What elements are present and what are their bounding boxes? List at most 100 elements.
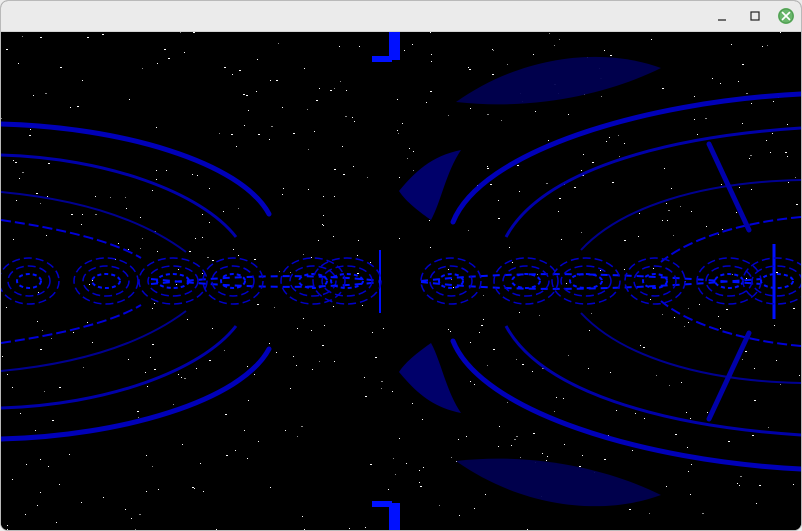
- star-pixel: [212, 328, 213, 329]
- star-pixel: [236, 146, 237, 147]
- star-pixel: [776, 272, 778, 273]
- star-pixel: [431, 54, 432, 55]
- star-pixel: [60, 67, 62, 68]
- star-pixel: [579, 466, 581, 467]
- star-pixel: [431, 61, 432, 62]
- star-pixel: [514, 439, 516, 440]
- visualization-svg: [1, 32, 801, 530]
- star-pixel: [139, 514, 141, 515]
- star-pixel: [684, 326, 685, 327]
- star-pixel: [736, 212, 737, 213]
- star-pixel: [276, 352, 277, 353]
- star-pixel: [516, 359, 517, 360]
- title-bar[interactable]: [1, 1, 801, 32]
- star-pixel: [372, 332, 373, 333]
- star-pixel: [244, 125, 245, 126]
- star-pixel: [83, 367, 84, 368]
- star-pixel: [209, 360, 211, 361]
- star-pixel: [618, 135, 619, 136]
- star-pixel: [319, 361, 320, 362]
- star-pixel: [339, 46, 340, 47]
- star-pixel: [22, 36, 23, 37]
- star-pixel: [453, 287, 454, 288]
- star-pixel: [559, 198, 561, 199]
- star-pixel: [311, 257, 312, 258]
- star-pixel: [632, 450, 633, 451]
- visualization-canvas[interactable]: [1, 32, 801, 530]
- star-pixel: [726, 309, 728, 310]
- star-pixel: [180, 32, 181, 33]
- star-pixel: [312, 369, 313, 370]
- star-pixel: [340, 81, 341, 82]
- star-pixel: [766, 140, 767, 141]
- star-pixel: [13, 160, 14, 161]
- star-pixel: [756, 503, 757, 504]
- star-pixel: [795, 177, 796, 178]
- star-pixel: [738, 81, 739, 82]
- star-pixel: [610, 372, 611, 373]
- star-pixel: [322, 345, 324, 346]
- star-pixel: [319, 88, 320, 89]
- star-pixel: [490, 184, 492, 185]
- star-pixel: [126, 208, 127, 209]
- star-pixel: [6, 49, 8, 50]
- close-button[interactable]: [776, 6, 796, 26]
- star-pixel: [156, 179, 157, 180]
- star-pixel: [739, 485, 740, 486]
- star-pixel: [258, 441, 259, 442]
- star-pixel: [334, 169, 336, 170]
- star-pixel: [290, 388, 291, 389]
- star-pixel: [535, 111, 536, 112]
- star-pixel: [12, 387, 13, 388]
- star-pixel: [582, 455, 583, 456]
- star-pixel: [493, 349, 495, 350]
- star-pixel: [546, 183, 548, 184]
- star-pixel: [224, 350, 225, 351]
- maximize-icon: [750, 11, 760, 21]
- minimize-button[interactable]: [712, 6, 732, 26]
- star-pixel: [247, 458, 248, 459]
- star-pixel: [650, 299, 651, 300]
- star-pixel: [269, 343, 270, 344]
- star-pixel: [600, 270, 601, 271]
- star-pixel: [616, 410, 617, 411]
- star-pixel: [674, 317, 675, 318]
- star-pixel: [308, 189, 309, 190]
- star-pixel: [95, 214, 97, 215]
- star-pixel: [669, 385, 670, 386]
- star-pixel: [519, 312, 520, 313]
- star-pixel: [246, 95, 248, 96]
- star-pixel: [33, 95, 34, 96]
- star-pixel: [1, 118, 2, 119]
- star-pixel: [297, 436, 298, 437]
- star-pixel: [564, 444, 565, 445]
- star-pixel: [688, 322, 689, 323]
- star-pixel: [40, 492, 41, 493]
- star-pixel: [95, 196, 96, 197]
- star-pixel: [297, 328, 298, 329]
- star-pixel: [278, 43, 279, 44]
- star-pixel: [131, 518, 132, 519]
- star-pixel: [181, 377, 182, 378]
- star-pixel: [699, 304, 700, 305]
- star-pixel: [728, 441, 730, 442]
- star-pixel: [333, 236, 334, 237]
- star-pixel: [82, 80, 83, 81]
- star-pixel: [712, 78, 713, 79]
- star-pixel: [233, 249, 234, 250]
- star-pixel: [77, 106, 79, 107]
- star-pixel: [345, 116, 347, 117]
- star-pixel: [308, 149, 309, 150]
- star-pixel: [38, 292, 39, 293]
- maximize-button[interactable]: [745, 6, 765, 26]
- star-pixel: [662, 88, 664, 89]
- star-pixel: [694, 96, 695, 97]
- star-pixel: [395, 474, 396, 475]
- star-pixel: [624, 240, 626, 241]
- star-pixel: [568, 355, 569, 356]
- star-pixel: [720, 328, 721, 329]
- star-pixel: [314, 131, 315, 132]
- star-pixel: [481, 325, 483, 326]
- star-pixel: [519, 191, 520, 192]
- star-pixel: [316, 100, 318, 101]
